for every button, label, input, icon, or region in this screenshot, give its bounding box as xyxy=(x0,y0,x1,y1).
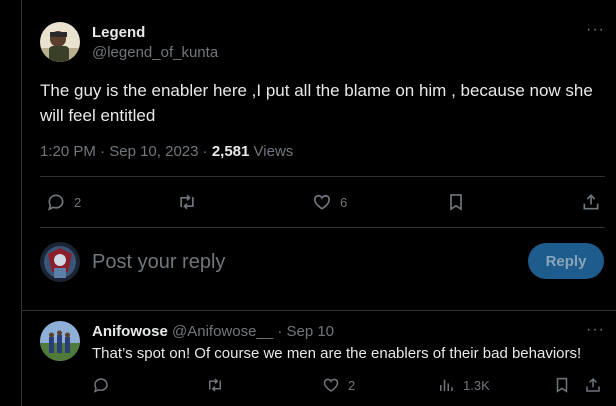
bookmark-icon xyxy=(556,377,568,393)
bookmark-button[interactable] xyxy=(553,376,571,394)
share-button[interactable] xyxy=(581,192,601,212)
author-handle[interactable]: @legend_of_kunta xyxy=(92,44,218,61)
reply-submit-button[interactable]: Reply xyxy=(528,243,604,279)
reply-button[interactable] xyxy=(92,376,118,394)
views-count: 2,581 xyxy=(211,143,250,160)
repost-icon xyxy=(180,194,194,210)
tweet-text: The guy is the enabler here ,I put all t… xyxy=(40,81,593,125)
share-icon xyxy=(586,377,600,392)
more-icon[interactable]: ··· xyxy=(586,321,605,339)
meta-separator: · xyxy=(100,143,110,160)
tweet-date[interactable]: Sep 10, 2023 xyxy=(109,143,198,160)
divider xyxy=(22,310,616,311)
reply-author-name[interactable]: Anifowose xyxy=(92,323,168,340)
views-count: 1.3K xyxy=(463,377,490,393)
repost-button[interactable] xyxy=(205,376,233,394)
reply-icon xyxy=(47,194,64,211)
reply-icon xyxy=(93,378,108,393)
views-icon xyxy=(440,379,453,391)
author-name[interactable]: Legend xyxy=(92,24,145,41)
reply-author-avatar[interactable] xyxy=(40,321,80,361)
reply-date[interactable]: Sep 10 xyxy=(286,323,334,340)
bookmark-button[interactable] xyxy=(446,192,466,212)
reply-input[interactable] xyxy=(92,248,492,276)
more-icon[interactable]: ··· xyxy=(586,21,605,39)
bookmark-icon xyxy=(450,194,462,211)
reply-author-handle[interactable]: @Anifowose__ xyxy=(172,323,273,340)
reply-count: 2 xyxy=(74,194,82,210)
like-count: 6 xyxy=(340,194,348,210)
tweet-time[interactable]: 1:20 PM xyxy=(40,143,96,160)
divider xyxy=(40,227,605,228)
like-button[interactable]: 6 xyxy=(312,192,347,212)
like-button[interactable]: 2 xyxy=(322,376,355,394)
repost-button[interactable] xyxy=(176,192,206,212)
like-count: 2 xyxy=(348,377,356,393)
share-icon xyxy=(583,194,599,210)
tweet-meta: 1:20 PM · Sep 10, 2023 · 2,581 Views xyxy=(40,143,293,160)
divider xyxy=(40,176,605,177)
like-icon xyxy=(313,194,331,210)
reply-text: That’s spot on! Of course we men are the… xyxy=(92,345,582,362)
reply-button[interactable]: 2 xyxy=(46,192,81,212)
share-button[interactable] xyxy=(584,376,602,394)
views-label: Views xyxy=(253,143,294,160)
current-user-avatar xyxy=(40,242,80,282)
views-button[interactable]: 1.3K xyxy=(437,376,490,394)
like-icon xyxy=(323,378,339,392)
repost-icon xyxy=(209,378,221,392)
reply-header: Anifowose @Anifowose__ · Sep 10 xyxy=(92,323,334,340)
meta-separator: · xyxy=(202,143,212,160)
thread-line xyxy=(21,0,22,406)
author-avatar[interactable] xyxy=(40,22,80,62)
